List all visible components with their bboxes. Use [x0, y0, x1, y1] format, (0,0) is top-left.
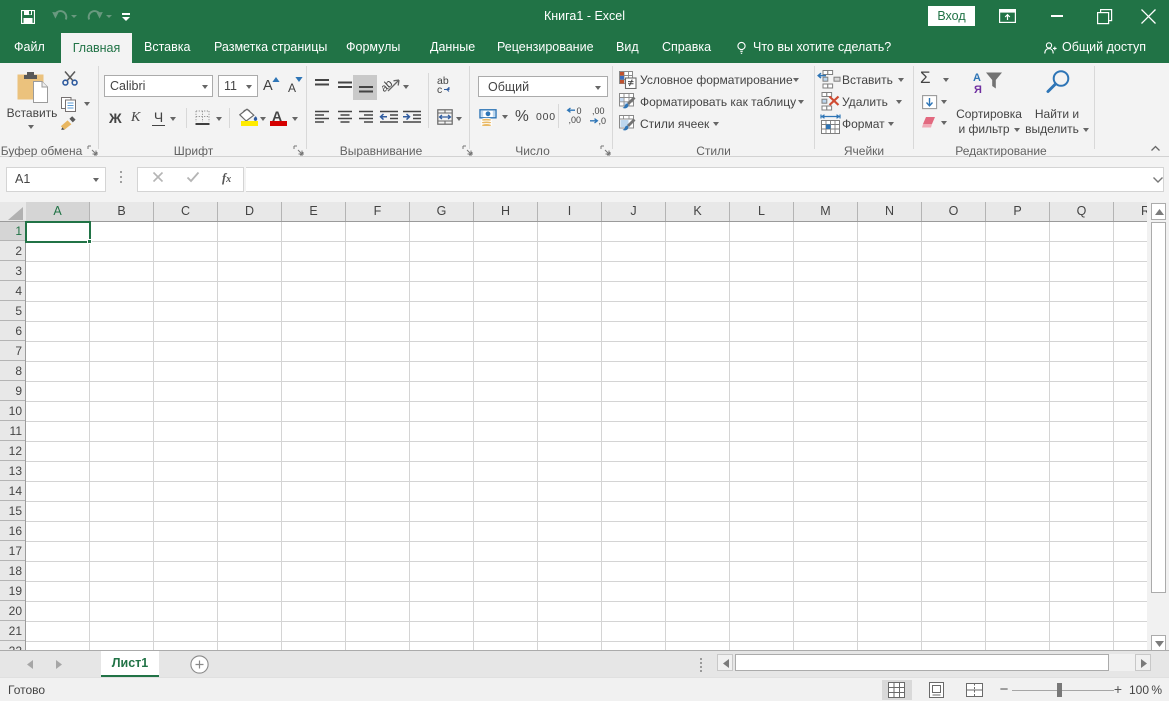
svg-text:,00: ,00: [569, 115, 582, 125]
svg-text:,0: ,0: [599, 116, 607, 126]
svg-text:А: А: [973, 72, 981, 84]
svg-text:Я: Я: [974, 84, 982, 94]
svg-text:c: c: [437, 84, 442, 94]
svg-text:,00: ,00: [592, 107, 605, 116]
